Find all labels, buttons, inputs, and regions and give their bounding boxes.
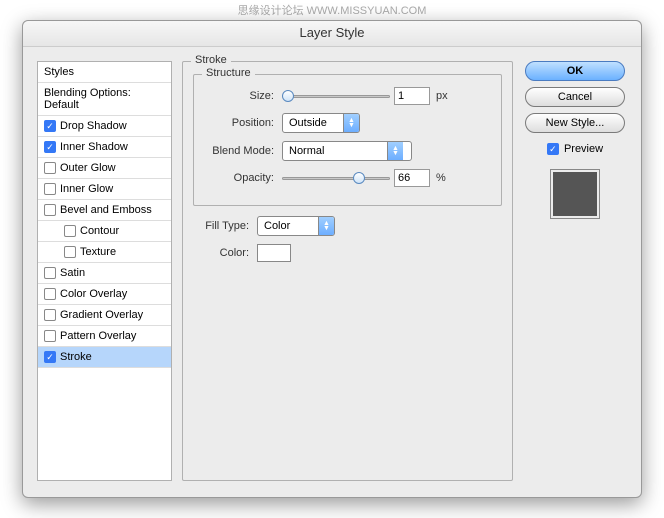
filltype-label: Fill Type: [193,220,253,232]
dropdown-arrows-icon: ▲▼ [318,217,334,235]
watermark-text: 思缘设计论坛 WWW.MISSYUAN.COM [0,0,664,18]
checkbox-pattern-overlay[interactable] [44,330,56,342]
checkbox-preview[interactable] [547,143,559,155]
style-outer-glow[interactable]: Outer Glow [38,158,171,179]
checkbox-satin[interactable] [44,267,56,279]
style-drop-shadow[interactable]: Drop Shadow [38,116,171,137]
style-stroke[interactable]: Stroke [38,347,171,368]
blend-mode-select[interactable]: Normal ▲▼ [282,141,412,161]
preview-swatch [550,169,600,219]
stroke-panel: Stroke Structure Size: 1 px Position: Ou… [182,61,513,481]
style-inner-shadow[interactable]: Inner Shadow [38,137,171,158]
styles-header[interactable]: Styles [38,62,171,83]
checkbox-outer-glow[interactable] [44,162,56,174]
ok-button[interactable]: OK [525,61,625,81]
size-unit: px [436,90,448,102]
opacity-unit: % [436,172,446,184]
checkbox-drop-shadow[interactable] [44,120,56,132]
blend-mode-label: Blend Mode: [204,145,278,157]
style-bevel-emboss[interactable]: Bevel and Emboss [38,200,171,221]
checkbox-bevel[interactable] [44,204,56,216]
stroke-panel-title: Stroke [191,54,231,66]
blending-options-row[interactable]: Blending Options: Default [38,83,171,116]
opacity-label: Opacity: [204,172,278,184]
filltype-select[interactable]: Color ▲▼ [257,216,335,236]
layer-style-dialog: Layer Style Styles Blending Options: Def… [22,20,642,498]
new-style-button[interactable]: New Style... [525,113,625,133]
color-label: Color: [193,247,253,259]
checkbox-texture[interactable] [64,246,76,258]
size-input[interactable]: 1 [394,87,430,105]
structure-title: Structure [202,67,255,79]
checkbox-stroke[interactable] [44,351,56,363]
opacity-input[interactable]: 66 [394,169,430,187]
style-contour[interactable]: Contour [38,221,171,242]
position-select[interactable]: Outside ▲▼ [282,113,360,133]
dropdown-arrows-icon: ▲▼ [343,114,359,132]
checkbox-gradient-overlay[interactable] [44,309,56,321]
cancel-button[interactable]: Cancel [525,87,625,107]
checkbox-inner-shadow[interactable] [44,141,56,153]
color-swatch[interactable] [257,244,291,262]
style-gradient-overlay[interactable]: Gradient Overlay [38,305,171,326]
size-label: Size: [204,90,278,102]
dialog-title: Layer Style [23,21,641,47]
checkbox-color-overlay[interactable] [44,288,56,300]
style-pattern-overlay[interactable]: Pattern Overlay [38,326,171,347]
position-label: Position: [204,117,278,129]
style-color-overlay[interactable]: Color Overlay [38,284,171,305]
size-slider[interactable] [282,89,390,103]
style-satin[interactable]: Satin [38,263,171,284]
structure-group: Structure Size: 1 px Position: Outside ▲… [193,74,502,206]
checkbox-contour[interactable] [64,225,76,237]
opacity-slider[interactable] [282,171,390,185]
dropdown-arrows-icon: ▲▼ [387,142,403,160]
preview-label: Preview [564,143,603,155]
style-texture[interactable]: Texture [38,242,171,263]
styles-list: Styles Blending Options: Default Drop Sh… [37,61,172,481]
style-inner-glow[interactable]: Inner Glow [38,179,171,200]
checkbox-inner-glow[interactable] [44,183,56,195]
